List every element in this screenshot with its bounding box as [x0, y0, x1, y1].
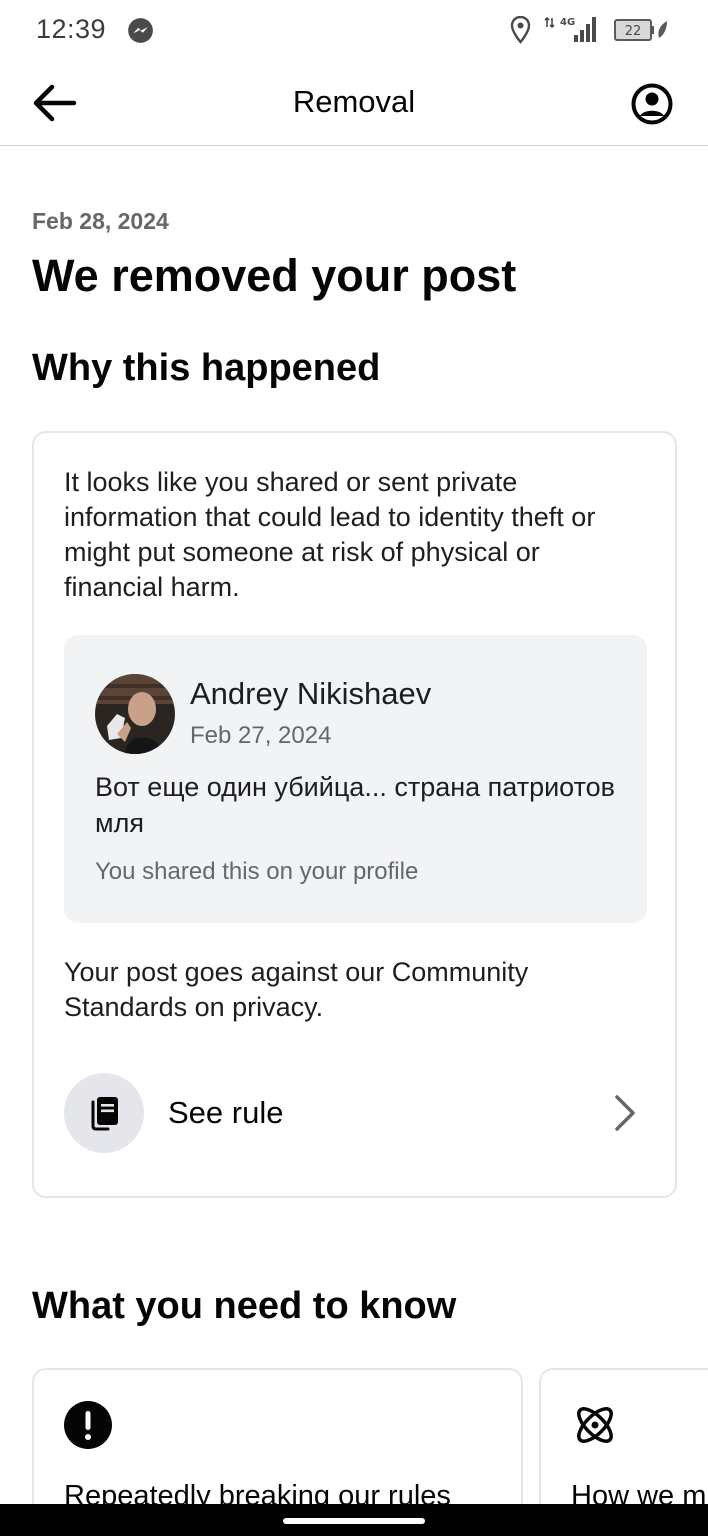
see-rule-button[interactable]: See rule	[64, 1071, 649, 1155]
standards-text: Your post goes against our Community Sta…	[64, 957, 529, 1022]
post-author: Andrey Nikishaev	[190, 676, 432, 711]
atom-icon	[577, 1407, 613, 1443]
post-date: Feb 27, 2024	[190, 722, 332, 749]
messenger-icon	[128, 18, 153, 43]
home-handle[interactable]	[283, 1518, 425, 1524]
see-rule-label: See rule	[168, 1095, 284, 1130]
battery-level: 22	[625, 24, 642, 39]
page-header-title: Removal	[292, 84, 416, 119]
system-nav-bar	[0, 1504, 708, 1536]
reason-card: It looks like you shared or sent private…	[32, 431, 677, 1198]
shared-note: You shared this on your profile	[95, 858, 419, 885]
status-time: 12:39	[36, 14, 107, 44]
chevron-right-icon	[615, 1095, 635, 1131]
location-icon	[510, 16, 531, 44]
battery-icon: 22	[614, 19, 667, 41]
signal-icon: 4G	[544, 16, 596, 42]
network-type: 4G	[560, 17, 575, 28]
why-section-title: Why this happened	[32, 347, 381, 389]
avatar	[95, 674, 175, 754]
reason-text: It looks like you shared or sent private…	[64, 467, 596, 602]
removal-date: Feb 28, 2024	[32, 208, 169, 234]
app-header: Removal	[0, 60, 708, 146]
exclamation-icon	[64, 1401, 112, 1449]
post-preview: Andrey Nikishaev Feb 27, 2024 Вот еще од…	[64, 635, 647, 923]
status-bar: 12:39 4G 22	[0, 0, 708, 60]
know-section-title: What you need to know	[32, 1285, 457, 1327]
post-text: Вот еще один убийца... страна патриотов …	[95, 772, 616, 838]
rule-icon-circle	[64, 1073, 144, 1153]
rulebook-icon	[91, 1097, 118, 1131]
account-icon[interactable]	[630, 82, 674, 126]
page-title: We removed your post	[32, 250, 517, 301]
